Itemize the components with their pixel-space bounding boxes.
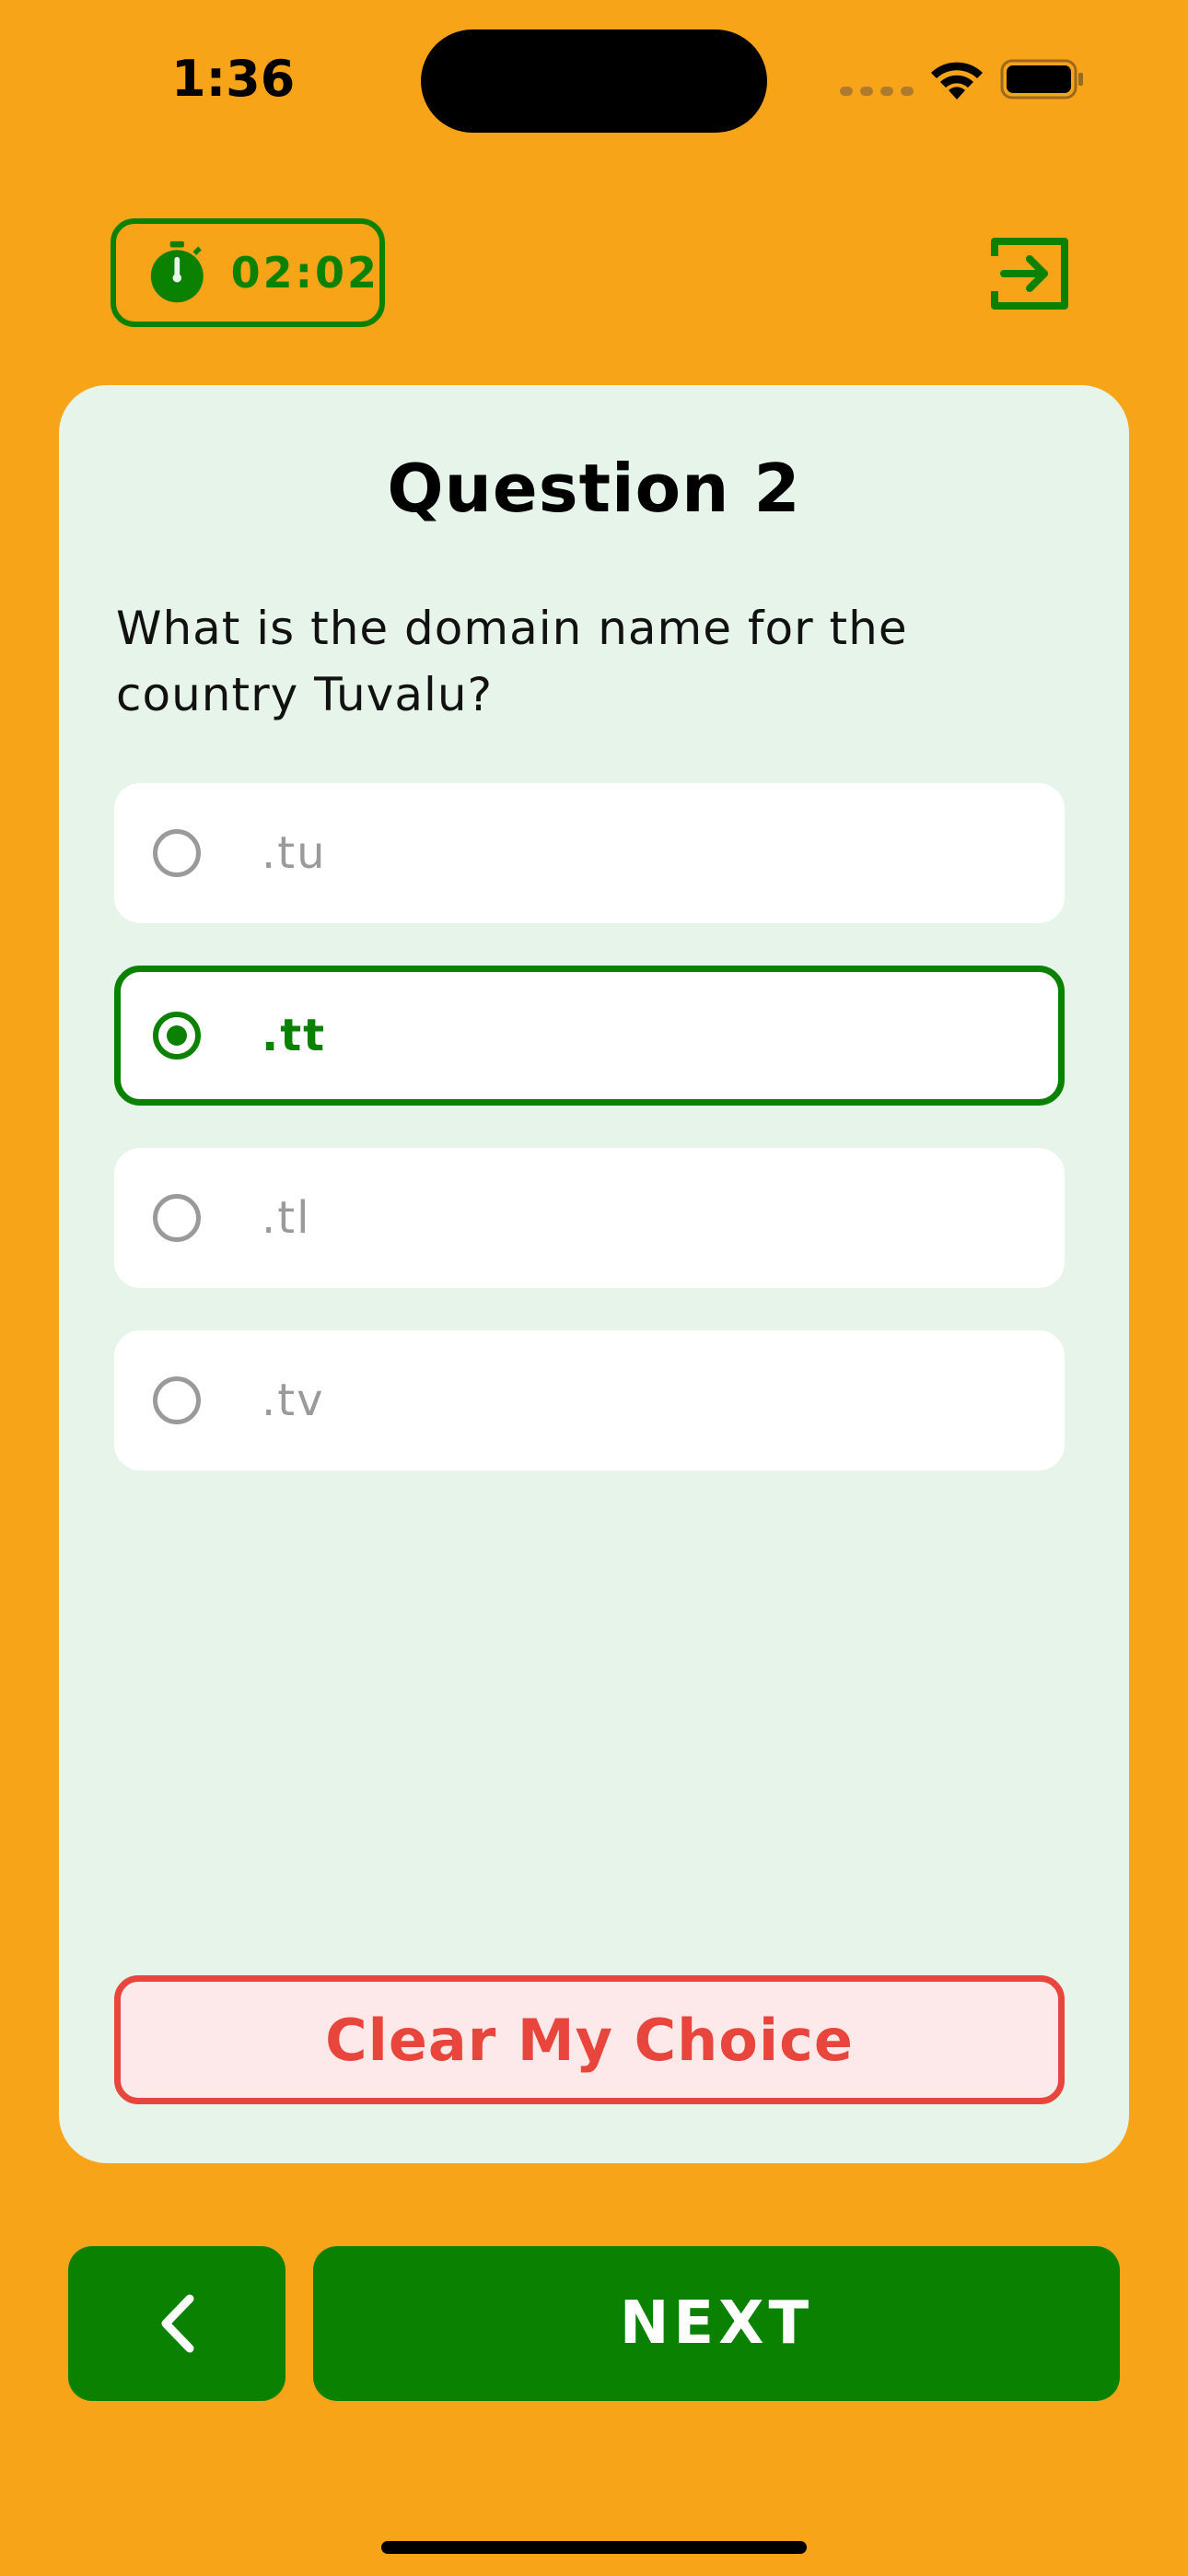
- question-text: What is the domain name for the country …: [116, 602, 908, 721]
- next-button[interactable]: NEXT: [313, 2246, 1120, 2401]
- timer-text: 02:02: [230, 248, 379, 298]
- option-label: .tu: [262, 827, 327, 879]
- radio-button-icon[interactable]: [153, 1376, 201, 1424]
- answer-option[interactable]: .tu: [114, 783, 1065, 923]
- radio-button-icon[interactable]: [153, 829, 201, 877]
- radio-button-icon[interactable]: [153, 1194, 201, 1242]
- dynamic-island: [421, 29, 767, 133]
- cellular-signal-icon: [840, 87, 914, 96]
- home-indicator: [381, 2541, 807, 2554]
- radio-button-selected-icon[interactable]: [153, 1012, 201, 1060]
- stopwatch-icon: [150, 240, 204, 303]
- clear-choice-button[interactable]: Clear My Choice: [114, 1975, 1065, 2104]
- timer-chip: 02:02: [111, 218, 385, 327]
- option-label: .tt: [262, 1010, 327, 1061]
- option-label: .tv: [262, 1375, 325, 1426]
- option-label: .tl: [262, 1192, 311, 1244]
- question-card: Question 2 What is the domain name for t…: [59, 385, 1129, 2163]
- chevron-left-icon: [161, 2294, 194, 2353]
- exit-icon[interactable]: [987, 234, 1072, 313]
- battery-icon: [1000, 59, 1083, 100]
- wifi-icon: [931, 62, 983, 100]
- question-title: Question 2: [387, 450, 801, 527]
- back-button[interactable]: [68, 2246, 285, 2401]
- status-time: 1:36: [171, 50, 296, 108]
- status-icons: [840, 53, 1087, 109]
- answer-option[interactable]: .tl: [114, 1148, 1065, 1288]
- answer-option-selected[interactable]: .tt: [114, 966, 1065, 1106]
- answer-option[interactable]: .tv: [114, 1330, 1065, 1470]
